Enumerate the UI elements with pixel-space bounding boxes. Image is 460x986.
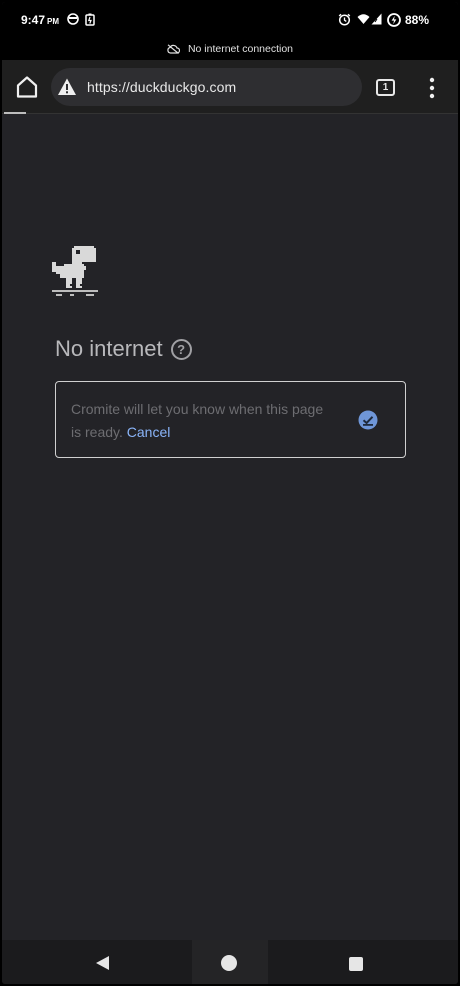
battery-percentage: 88% [405, 13, 430, 27]
cell-signal-icon [371, 13, 382, 25]
home-button[interactable] [221, 955, 237, 971]
battery-charging-icon [387, 13, 401, 27]
cancel-link[interactable]: Cancel [127, 424, 171, 440]
offline-banner: No internet connection [2, 38, 458, 60]
error-page: No internet ? Cromite will let you know … [2, 114, 458, 940]
tab-switcher-button[interactable]: 1 [376, 79, 395, 96]
address-bar[interactable]: https://duckduckgo.com [51, 68, 362, 106]
notice-text-block: Cromite will let you know when this page… [71, 398, 331, 444]
status-time: 9:47 PM [21, 13, 60, 27]
status-bar: 9:47 PM 88% [2, 2, 458, 38]
auto-fetch-notice: Cromite will let you know when this page… [55, 381, 406, 458]
dino-icon[interactable] [52, 246, 98, 296]
wifi-icon [357, 14, 370, 24]
incognito-notification-icon [67, 13, 79, 25]
offline-banner-text: No internet connection [187, 43, 294, 55]
url-text[interactable]: https://duckduckgo.com [87, 79, 236, 95]
recents-button[interactable] [349, 957, 363, 971]
tab-count: 1 [382, 82, 389, 93]
alarm-icon [338, 13, 351, 26]
status-ampm: PM [47, 17, 60, 26]
home-icon[interactable] [14, 75, 40, 99]
help-icon[interactable]: ? [170, 338, 192, 360]
warning-icon[interactable] [57, 77, 77, 97]
browser-toolbar: https://duckduckgo.com 1 [2, 60, 458, 114]
back-icon[interactable] [94, 955, 110, 971]
cloud-off-icon [167, 44, 180, 54]
help-symbol: ? [177, 341, 186, 357]
battery-saver-notification-icon [85, 13, 95, 26]
more-vert-icon[interactable] [428, 77, 436, 99]
error-headline: No internet ? [55, 336, 192, 362]
browser-window: 9:47 PM 88% No internet connection https… [2, 2, 458, 984]
check-badge-icon [358, 410, 378, 430]
system-navigation-bar [2, 940, 458, 984]
notice-text: Cromite will let you know when this page… [71, 401, 324, 440]
headline-text: No internet [55, 336, 163, 361]
